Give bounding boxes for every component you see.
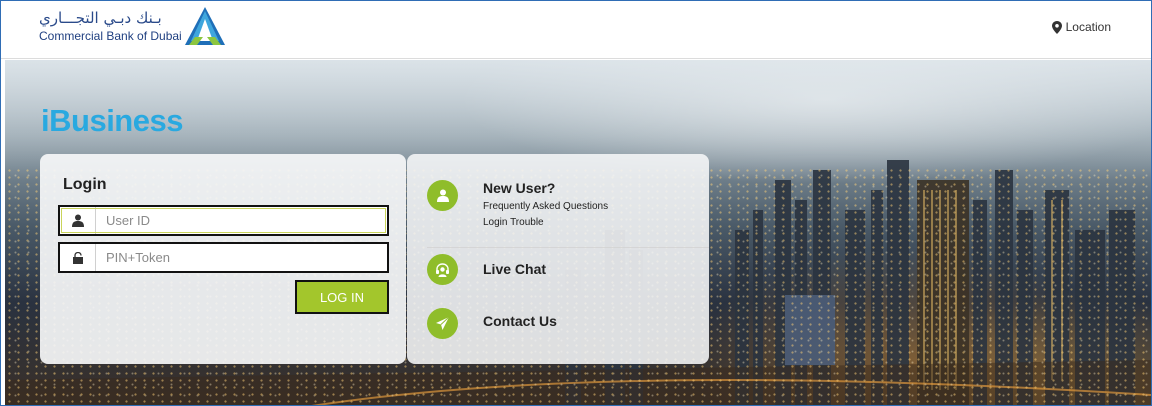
map-pin-icon [1051, 20, 1062, 34]
user-id-input[interactable] [96, 207, 387, 234]
pin-token-input[interactable] [96, 244, 387, 271]
site-header: بـنك دبـي التجـــاري Commercial Bank of … [1, 1, 1151, 59]
bank-logo-mark-icon [185, 7, 225, 45]
contact-us-link[interactable]: Contact Us [427, 308, 557, 339]
pin-token-field [58, 242, 389, 273]
brand-name: Business [49, 103, 183, 138]
user-icon [60, 207, 96, 234]
live-chat-title[interactable]: Live Chat [483, 261, 546, 277]
help-panel: New User? Frequently Asked Questions Log… [407, 154, 709, 364]
new-user-section: New User? Frequently Asked Questions Log… [427, 180, 608, 228]
live-chat-text: Live Chat [483, 261, 546, 277]
hero-banner: iBusiness Login LOG IN [5, 60, 1151, 405]
paper-plane-icon [427, 308, 458, 339]
new-user-text: New User? Frequently Asked Questions Log… [483, 180, 608, 228]
login-button[interactable]: LOG IN [295, 280, 389, 314]
new-user-title[interactable]: New User? [483, 180, 608, 196]
logo-english-text: Commercial Bank of Dubai [39, 29, 182, 43]
brand-prefix: i [41, 103, 50, 138]
bank-logo[interactable]: بـنك دبـي التجـــاري Commercial Bank of … [39, 7, 239, 49]
location-link[interactable]: Location [1051, 20, 1111, 34]
contact-us-text: Contact Us [483, 313, 557, 329]
contact-us-title[interactable]: Contact Us [483, 313, 557, 329]
login-panel: Login LOG IN [40, 154, 406, 364]
page-frame: بـنك دبـي التجـــاري Commercial Bank of … [0, 0, 1152, 406]
faq-link[interactable]: Frequently Asked Questions [483, 201, 608, 212]
person-icon [427, 180, 458, 211]
headset-icon [427, 254, 458, 285]
ibusiness-brand-title: iBusiness [41, 103, 183, 139]
location-label: Location [1065, 20, 1111, 34]
login-trouble-link[interactable]: Login Trouble [483, 217, 608, 228]
login-title: Login [63, 176, 107, 193]
lock-icon [60, 244, 96, 271]
user-id-field [58, 205, 389, 236]
divider [427, 247, 709, 248]
logo-arabic-text: بـنك دبـي التجـــاري [39, 9, 162, 27]
live-chat-link[interactable]: Live Chat [427, 254, 546, 285]
